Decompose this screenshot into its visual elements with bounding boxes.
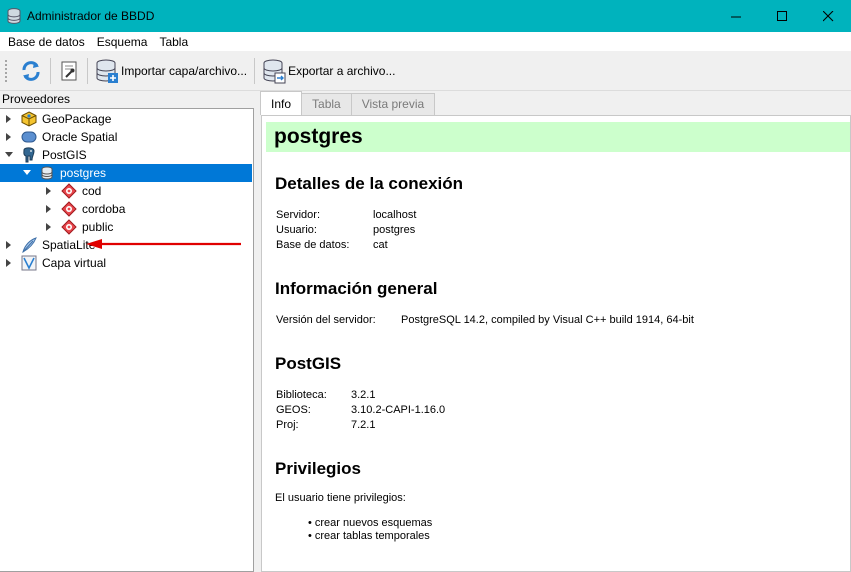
toolbar: Importar capa/archivo... Exportar a arch… [0, 51, 851, 91]
library-key: Biblioteca: [276, 389, 327, 401]
tree-item-schema-cordoba[interactable]: cordoba [0, 200, 252, 218]
collapse-arrow-icon[interactable] [22, 170, 32, 176]
details-panel: Info Tabla Vista previa postgres Detalle… [259, 91, 851, 572]
user-key: Usuario: [276, 224, 317, 236]
minimize-icon [730, 16, 741, 17]
database-key: Base de datos: [276, 239, 350, 251]
geos-key: GEOS: [276, 404, 311, 416]
toolbar-grip[interactable] [4, 58, 8, 83]
toolbar-separator [254, 57, 256, 84]
database-icon [38, 165, 56, 181]
proj-key: Proj: [276, 419, 299, 431]
minimize-button[interactable] [713, 0, 759, 32]
privileges-intro: El usuario tiene privilegios: [275, 492, 406, 504]
expand-arrow-icon[interactable] [44, 205, 54, 213]
tab-info[interactable]: Info [260, 91, 303, 115]
window-title: Administrador de BBDD [27, 9, 155, 23]
connection-heading: Detalles de la conexión [275, 174, 464, 193]
tree-item-postgres[interactable]: postgres [0, 164, 252, 182]
close-icon [822, 10, 833, 21]
import-database-icon [96, 59, 118, 83]
menu-base-de-datos[interactable]: Base de datos [2, 35, 91, 49]
privilege-item: crear tablas temporales [308, 530, 430, 542]
server-version-value: PostgreSQL 14.2, compiled by Visual C++ … [401, 314, 694, 326]
providers-tree[interactable]: GeoPackage Oracle Spatial PostGIS postgr… [0, 108, 254, 572]
postgis-elephant-icon [20, 147, 38, 163]
annotation-arrow-icon [86, 239, 241, 249]
privileges-heading: Privilegios [275, 459, 361, 478]
refresh-icon [22, 60, 40, 81]
tree-item-label: cod [82, 184, 102, 198]
import-layer-button[interactable]: Importar capa/archivo... [92, 56, 250, 86]
spatialite-icon [20, 237, 38, 253]
maximize-icon [776, 10, 787, 21]
server-value: localhost [373, 209, 417, 221]
postgis-heading: PostGIS [275, 354, 342, 373]
properties-icon [61, 61, 77, 80]
collapse-arrow-icon[interactable] [4, 152, 14, 158]
tree-item-schema-public[interactable]: public [0, 218, 252, 236]
toolbar-separator [87, 57, 88, 84]
expand-arrow-icon[interactable] [4, 133, 14, 141]
info-content[interactable]: postgres Detalles de la conexión Servido… [261, 115, 851, 572]
export-file-button[interactable]: Exportar a archivo... [259, 56, 398, 86]
menu-tabla[interactable]: Tabla [153, 35, 194, 49]
maximize-button[interactable] [759, 0, 805, 32]
tree-item-label: Capa virtual [42, 256, 107, 270]
proj-value: 7.2.1 [351, 419, 376, 431]
tree-item-schema-cod[interactable]: cod [0, 182, 252, 200]
tree-item-postgis[interactable]: PostGIS [0, 146, 252, 164]
providers-panel: Proveedores GeoPackage Oracle Spatial Po… [0, 91, 256, 572]
tree-item-label: public [82, 220, 114, 234]
providers-header: Proveedores [2, 92, 71, 106]
tab-vista-previa[interactable]: Vista previa [350, 93, 436, 115]
database-app-icon [7, 8, 21, 24]
server-version-key: Versión del servidor: [276, 314, 376, 326]
tree-item-label: postgres [60, 166, 107, 180]
tree-item-geopackage[interactable]: GeoPackage [0, 110, 252, 128]
title-bar: Administrador de BBDD [0, 0, 851, 32]
library-value: 3.2.1 [351, 389, 376, 401]
expand-arrow-icon[interactable] [4, 115, 14, 123]
tree-item-label: Oracle Spatial [42, 130, 118, 144]
menu-bar: Base de datos Esquema Tabla [0, 32, 851, 51]
tree-item-label: PostGIS [42, 148, 87, 162]
expand-arrow-icon[interactable] [44, 223, 54, 231]
properties-button[interactable] [55, 56, 83, 86]
tab-bar: Info Tabla Vista previa [259, 91, 436, 115]
tab-tabla[interactable]: Tabla [301, 93, 352, 115]
schema-icon [60, 201, 78, 217]
close-button[interactable] [805, 0, 851, 32]
database-value: cat [373, 239, 388, 251]
info-title: postgres [274, 125, 363, 148]
refresh-button[interactable] [16, 56, 46, 86]
expand-arrow-icon[interactable] [4, 259, 14, 267]
server-key: Servidor: [276, 209, 321, 221]
tree-item-label: GeoPackage [42, 112, 112, 126]
virtual-layer-icon [20, 255, 38, 271]
menu-esquema[interactable]: Esquema [91, 35, 154, 49]
oracle-icon [20, 129, 38, 145]
expand-arrow-icon[interactable] [4, 241, 14, 249]
privilege-item: crear nuevos esquemas [308, 517, 432, 529]
expand-arrow-icon[interactable] [44, 187, 54, 195]
geopackage-icon [20, 111, 38, 127]
general-heading: Información general [275, 279, 438, 298]
import-layer-label: Importar capa/archivo... [121, 63, 248, 78]
user-value: postgres [373, 224, 416, 236]
schema-icon [60, 219, 78, 235]
schema-icon [60, 183, 78, 199]
tree-item-oracle-spatial[interactable]: Oracle Spatial [0, 128, 252, 146]
geos-value: 3.10.2-CAPI-1.16.0 [351, 404, 446, 416]
export-database-icon [263, 59, 286, 83]
tree-item-label: cordoba [82, 202, 126, 216]
export-file-label: Exportar a archivo... [288, 63, 396, 78]
tree-item-virtual-layer[interactable]: Capa virtual [0, 254, 252, 272]
info-title-band: postgres [266, 122, 850, 152]
toolbar-separator [50, 57, 51, 84]
